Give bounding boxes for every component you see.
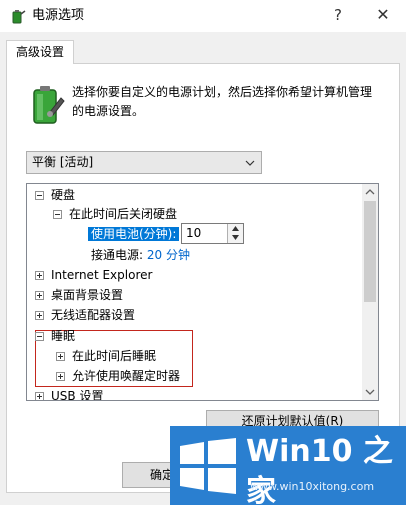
tree-item-label: 睡眠 (51, 329, 76, 343)
expand-icon[interactable] (35, 291, 44, 300)
collapse-icon[interactable] (35, 191, 44, 200)
expand-icon[interactable] (56, 352, 65, 361)
description-text: 选择你要自定义的电源计划，然后选择你希望计算机管理的电源设置。 (72, 85, 373, 118)
on-battery-stepper[interactable]: 10 (181, 223, 244, 244)
on-battery-value: 10 (186, 226, 202, 240)
expand-icon[interactable] (35, 271, 44, 280)
tree-scrollbar[interactable] (362, 184, 378, 400)
tree-item-label: 允许使用唤醒定时器 (72, 369, 181, 383)
collapse-icon[interactable] (53, 210, 62, 219)
tree-item-label: 硬盘 (51, 188, 76, 202)
battery-icon (30, 82, 66, 126)
spin-up-button[interactable] (228, 224, 243, 233)
collapse-icon[interactable] (35, 332, 44, 341)
chevron-up-icon (232, 226, 239, 231)
tree-item-label: 无线适配器设置 (51, 308, 136, 322)
tree-item-label: 在此时间后睡眠 (72, 349, 157, 363)
plugged-in-setting[interactable]: 接通电源: 20 分钟 (91, 245, 190, 265)
tree-item-label: USB 设置 (51, 389, 104, 401)
plugged-in-value[interactable]: 20 分钟 (147, 248, 190, 262)
title-bar: 电源选项 ? ✕ (0, 0, 406, 32)
scroll-up-button[interactable] (362, 184, 378, 200)
expand-icon[interactable] (35, 311, 44, 320)
on-battery-setting[interactable]: 使用电池(分钟): (88, 224, 180, 244)
tree-item-label: 在此时间后关闭硬盘 (69, 207, 178, 221)
watermark: Win10 之家 www.win10xitong.com (170, 426, 406, 509)
stepper-buttons (227, 224, 243, 243)
expand-icon[interactable] (56, 372, 65, 381)
chevron-down-icon (245, 157, 255, 167)
watermark-url: www.win10xitong.com (250, 480, 375, 493)
spin-down-button[interactable] (228, 233, 243, 242)
power-options-icon (10, 8, 26, 24)
help-button[interactable]: ? (324, 2, 352, 28)
window-title: 电源选项 (32, 8, 85, 23)
power-plan-value: 平衡 [活动] (32, 155, 94, 169)
watermark-title: Win10 之家 (246, 434, 393, 509)
chevron-down-icon (365, 389, 375, 395)
chevron-up-icon (365, 189, 375, 195)
settings-tree: 硬盘 在此时间后关闭硬盘 使用电池(分钟): 10 接通电源: 20 分钟 In… (26, 183, 379, 401)
close-button[interactable]: ✕ (366, 2, 400, 28)
tab-advanced-settings[interactable]: 高级设置 (6, 40, 74, 64)
scroll-thumb[interactable] (364, 201, 376, 302)
windows-logo-icon (178, 438, 238, 494)
on-battery-label: 使用电池(分钟): (88, 227, 180, 241)
tree-item-label: Internet Explorer (51, 268, 153, 282)
power-plan-select[interactable]: 平衡 [活动] (26, 151, 262, 174)
tree-item-label: 桌面背景设置 (51, 288, 124, 302)
plugged-in-label: 接通电源: (91, 248, 144, 262)
chevron-down-icon (232, 235, 239, 240)
scroll-down-button[interactable] (362, 384, 378, 400)
expand-icon[interactable] (35, 392, 44, 400)
